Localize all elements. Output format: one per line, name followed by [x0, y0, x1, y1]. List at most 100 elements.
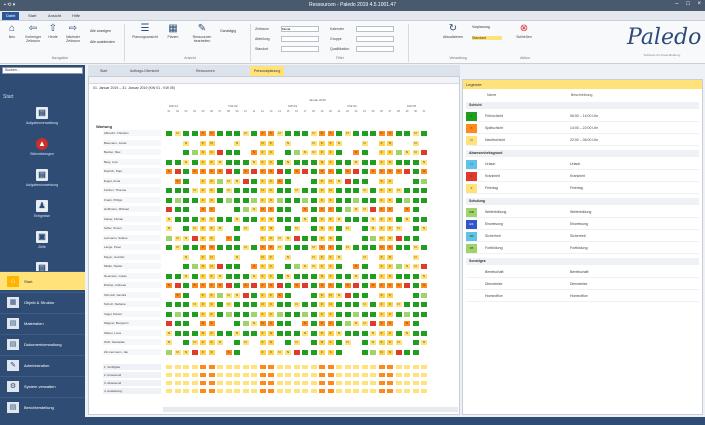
schedule-cell[interactable] — [411, 329, 420, 337]
schedule-cell[interactable]: N — [377, 130, 386, 137]
schedule-cell[interactable] — [250, 329, 258, 337]
schedule-cell[interactable]: N — [411, 253, 420, 261]
schedule-cell[interactable]: N — [216, 158, 224, 166]
schedule-cell[interactable] — [216, 139, 224, 147]
schedule-cell[interactable] — [250, 291, 258, 299]
schedule-cell[interactable] — [403, 225, 411, 232]
schedule-cell[interactable] — [292, 196, 301, 204]
schedule-cell[interactable]: F — [207, 282, 216, 289]
schedule-cell[interactable] — [224, 329, 233, 337]
schedule-cell[interactable] — [309, 301, 318, 308]
schedule-cell[interactable]: S — [190, 168, 199, 175]
schedule-cell[interactable]: F — [377, 206, 386, 213]
schedule-cell[interactable] — [233, 263, 241, 270]
schedule-cell[interactable]: F — [318, 196, 326, 204]
schedule-cell[interactable]: N — [360, 139, 369, 147]
schedule-cell[interactable] — [275, 253, 284, 261]
schedule-cell[interactable] — [335, 234, 343, 242]
schedule-cell[interactable] — [292, 130, 301, 137]
schedule-cell[interactable]: F — [258, 196, 267, 204]
schedule-cell[interactable]: N — [403, 329, 411, 337]
schedule-cell[interactable] — [403, 158, 411, 166]
legend-section-header[interactable]: Schicht — [466, 102, 699, 109]
schedule-cell[interactable]: F — [318, 253, 326, 261]
schedule-cell[interactable] — [182, 320, 190, 327]
schedule-cell[interactable]: N — [318, 158, 326, 166]
schedule-cell[interactable] — [301, 168, 309, 175]
schedule-cell[interactable]: S — [318, 168, 326, 175]
schedule-cell[interactable]: N — [411, 139, 420, 147]
schedule-cell[interactable]: F — [377, 215, 386, 223]
schedule-cell[interactable]: S — [216, 168, 224, 175]
schedule-cell[interactable]: N — [233, 329, 241, 337]
schedule-cell[interactable] — [165, 196, 173, 204]
schedule-cell[interactable]: F — [386, 168, 394, 175]
schedule-cell[interactable] — [224, 130, 233, 137]
employee-name[interactable]: Vogel, Daniel — [103, 310, 161, 318]
schedule-cell[interactable]: F — [199, 168, 207, 175]
schedule-cell[interactable] — [275, 168, 284, 175]
schedule-cell[interactable]: F — [258, 168, 267, 175]
schedule-cell[interactable] — [241, 329, 250, 337]
schedule-cell[interactable]: N — [207, 139, 216, 147]
schedule-cell[interactable] — [411, 234, 420, 242]
schedule-cell[interactable] — [360, 158, 369, 166]
sidebar-tile[interactable]: ▤ Aufgabenverwaltung — [12, 107, 72, 125]
schedule-cell[interactable]: N — [173, 234, 182, 242]
schedule-cell[interactable] — [411, 158, 420, 166]
schedule-cell[interactable]: N — [190, 225, 199, 232]
schedule-cell[interactable]: N — [360, 320, 369, 327]
schedule-cell[interactable] — [233, 310, 241, 318]
schedule-cell[interactable]: N — [386, 253, 394, 261]
schedule-cell[interactable]: F — [326, 253, 335, 261]
schedule-cell[interactable] — [216, 263, 224, 270]
schedule-cell[interactable] — [343, 253, 352, 261]
schedule-cell[interactable] — [403, 339, 411, 346]
schedule-cell[interactable] — [233, 272, 241, 280]
schedule-cell[interactable]: F — [386, 187, 394, 194]
schedule-cell[interactable]: S — [292, 168, 301, 175]
schedule-cell[interactable] — [216, 215, 224, 223]
schedule-cell[interactable] — [250, 348, 258, 356]
schedule-cell[interactable]: S — [267, 282, 275, 289]
schedule-cell[interactable]: N — [394, 339, 403, 346]
schedule-cell[interactable] — [360, 196, 369, 204]
sidebar-nav-item[interactable]: ▤ Dokumentverwaltung — [0, 334, 85, 353]
schedule-cell[interactable] — [182, 263, 190, 270]
schedule-cell[interactable]: F — [326, 149, 335, 156]
schedule-cell[interactable]: F — [199, 282, 207, 289]
schedule-cell[interactable] — [284, 339, 292, 346]
schedule-cell[interactable]: N — [199, 329, 207, 337]
schedule-cell[interactable] — [173, 158, 182, 166]
schedule-cell[interactable] — [309, 187, 318, 194]
schedule-cell[interactable]: N — [258, 206, 267, 213]
sidebar-nav-item[interactable]: ▦ Objekt & Struktur — [0, 292, 85, 311]
schedule-cell[interactable] — [335, 272, 343, 280]
location-input[interactable] — [281, 46, 319, 52]
schedule-cell[interactable] — [173, 263, 182, 270]
schedule-cell[interactable]: S — [165, 168, 173, 175]
schedule-cell[interactable] — [411, 168, 420, 175]
schedule-cell[interactable]: F — [199, 244, 207, 251]
schedule-cell[interactable] — [360, 310, 369, 318]
schedule-cell[interactable] — [403, 130, 411, 137]
schedule-cell[interactable] — [173, 282, 182, 289]
schedule-cell[interactable] — [292, 177, 301, 185]
schedule-cell[interactable]: N — [182, 234, 190, 242]
schedule-cell[interactable]: S — [241, 168, 250, 175]
schedule-cell[interactable] — [335, 339, 343, 346]
schedule-cell[interactable] — [224, 310, 233, 318]
schedule-cell[interactable] — [403, 272, 411, 280]
schedule-cell[interactable] — [420, 253, 428, 261]
schedule-cell[interactable]: N — [386, 272, 394, 280]
schedule-cell[interactable]: F — [267, 263, 275, 270]
schedule-cell[interactable] — [411, 196, 420, 204]
schedule-cell[interactable]: S — [250, 263, 258, 270]
schedule-cell[interactable] — [292, 149, 301, 156]
schedule-cell[interactable]: F — [386, 149, 394, 156]
schedule-cell[interactable]: F — [199, 139, 207, 147]
sidebar-tile[interactable]: ▤ Aufgabenumsetzung — [12, 169, 72, 187]
schedule-cell[interactable]: F — [207, 168, 216, 175]
schedule-cell[interactable] — [182, 310, 190, 318]
schedule-cell[interactable]: F — [326, 339, 335, 346]
